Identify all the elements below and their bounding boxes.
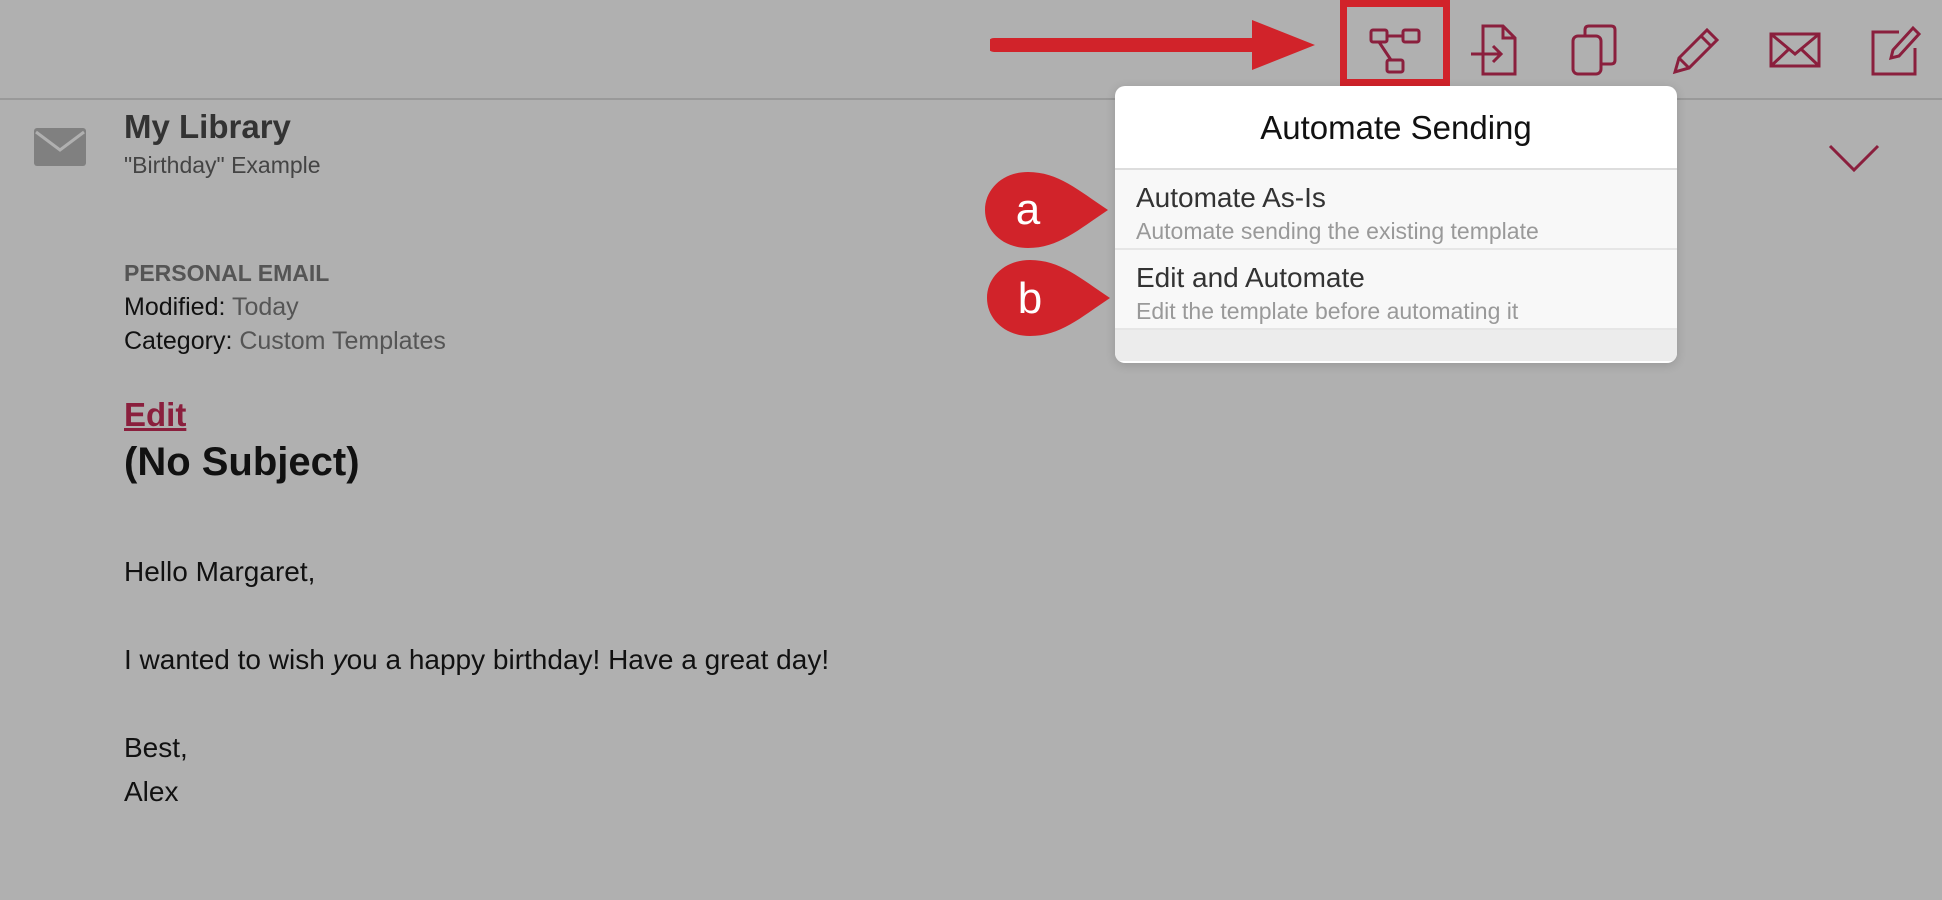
library-title: My Library [124, 108, 291, 145]
option-description: Edit the template before automating it [1136, 298, 1519, 324]
compose-icon[interactable] [1865, 20, 1925, 80]
email-sender-name: Alex [124, 776, 179, 807]
email-subject: (No Subject) [124, 440, 360, 484]
annotation-marker-b: b [985, 258, 1115, 338]
category-value: Custom Templates [239, 327, 446, 355]
annotation-highlight-box [1340, 0, 1450, 86]
copy-icon[interactable] [1565, 20, 1625, 80]
mail-icon [34, 128, 86, 173]
category-label: Category: [124, 327, 233, 355]
annotation-marker-a: a [983, 170, 1113, 250]
pencil-icon[interactable] [1665, 20, 1725, 80]
option-title: Automate As-Is [1136, 182, 1326, 213]
automate-as-is-option[interactable]: Automate As-Is Automate sending the exis… [1115, 170, 1677, 250]
popover-footer [1115, 330, 1677, 361]
envelope-icon[interactable] [1765, 20, 1825, 80]
export-document-icon[interactable] [1465, 20, 1525, 80]
template-name: "Birthday" Example [124, 152, 321, 178]
email-message-italic: y [332, 644, 347, 675]
template-kind: PERSONAL EMAIL [124, 260, 330, 286]
edit-link[interactable]: Edit [124, 396, 186, 434]
option-title: Edit and Automate [1136, 262, 1365, 293]
template-meta: PERSONAL EMAIL Modified: Today Category:… [124, 256, 446, 358]
modified-value: Today [231, 293, 299, 321]
modified-label: Modified: [124, 293, 226, 321]
category-row: Category: Custom Templates [124, 324, 446, 358]
marker-label: a [1016, 185, 1041, 234]
email-message-part: ou a happy birthday! Have a great day! [346, 644, 830, 675]
email-greeting: Hello Margaret, [124, 556, 316, 587]
option-description: Automate sending the existing template [1136, 218, 1539, 244]
annotation-arrow [987, 20, 1320, 75]
email-message: I wanted to wish you a happy birthday! H… [124, 644, 829, 676]
toolbar [0, 0, 1942, 100]
chevron-down-icon[interactable] [1826, 140, 1882, 181]
email-signoff: Best, [124, 732, 188, 763]
edit-and-automate-option[interactable]: Edit and Automate Edit the template befo… [1115, 250, 1677, 330]
modified-row: Modified: Today [124, 290, 446, 324]
automate-popover: Automate Sending Automate As-Is Automate… [1115, 86, 1677, 363]
email-message-part: I wanted to wish [124, 644, 333, 675]
popover-title: Automate Sending [1115, 86, 1677, 170]
marker-label: b [1018, 274, 1042, 323]
